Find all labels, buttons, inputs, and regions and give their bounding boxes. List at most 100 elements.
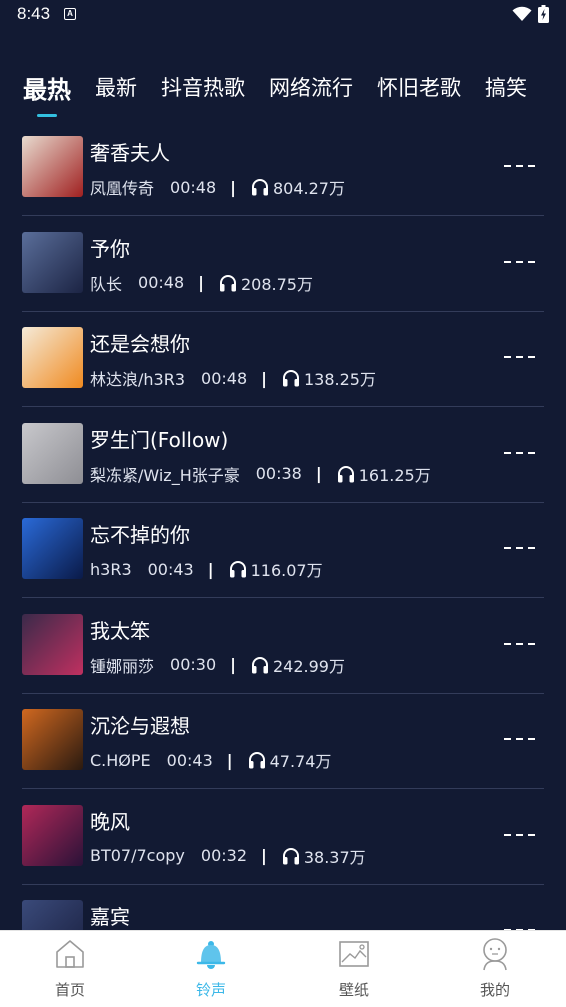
song-artist: 队长 xyxy=(90,274,123,294)
song-meta: 锺娜丽莎 00:30 | 242.99万 xyxy=(90,653,345,677)
song-title: 予你 xyxy=(90,236,130,261)
nav-mine[interactable]: 我的 xyxy=(445,931,545,1007)
play-count-value: 161.25万 xyxy=(358,465,431,485)
headphones-icon xyxy=(282,847,299,864)
nav-mine-label: 我的 xyxy=(479,981,510,999)
more-options-button[interactable] xyxy=(494,632,544,656)
tab-hottest[interactable]: 最热 xyxy=(23,72,71,105)
meta-separator: | xyxy=(261,368,267,388)
song-list: 奢香夫人 凤凰传奇 00:48 | 804.27万 予你 队长 00:48 | 208.75万 还是… xyxy=(0,120,566,932)
play-count: 38.37万 xyxy=(281,844,366,868)
battery-charging-icon xyxy=(538,5,549,23)
song-duration: 00:43 xyxy=(147,559,194,579)
song-meta: 梨冻紧/Wiz_H张子豪 00:38 | 161.25万 xyxy=(90,462,431,486)
home-icon xyxy=(56,940,84,968)
nav-ringtones[interactable]: 铃声 xyxy=(161,931,261,1007)
song-artist: 梨冻紧/Wiz_H张子豪 xyxy=(90,465,240,485)
headphones-icon xyxy=(282,370,299,387)
headphones-icon xyxy=(337,465,354,482)
song-duration: 00:32 xyxy=(200,846,247,865)
song-meta: 凤凰传奇 00:48 | 804.27万 xyxy=(90,175,345,199)
bottom-navigation: 首页 铃声 壁纸 我的 xyxy=(0,930,566,1007)
song-artist: 凤凰传奇 xyxy=(90,179,155,198)
profile-icon xyxy=(483,938,507,971)
nav-wallpaper-label: 壁纸 xyxy=(338,981,369,999)
nav-wallpaper[interactable]: 壁纸 xyxy=(304,931,404,1007)
song-row[interactable]: 我太笨锺娜丽莎 00:30 | 242.99万 xyxy=(22,598,544,694)
more-options-button[interactable] xyxy=(494,250,544,274)
song-artist: 锺娜丽莎 xyxy=(90,656,155,676)
play-count-value: 38.37万 xyxy=(303,847,366,867)
more-options-button[interactable] xyxy=(494,823,544,847)
song-title: 奢香夫人 xyxy=(90,141,170,165)
tab-oldies[interactable]: 怀旧老歌 xyxy=(377,72,461,102)
play-count-value: 138.25万 xyxy=(303,370,376,389)
song-row[interactable]: 嘉宾 xyxy=(22,884,544,932)
song-row[interactable]: 予你 队长 00:48 | 208.75万 xyxy=(22,216,544,312)
song-title: 晚风 xyxy=(90,809,130,834)
song-duration: 00:30 xyxy=(170,655,217,674)
play-count: 804.27万 xyxy=(250,175,345,199)
headphones-icon xyxy=(229,561,246,578)
song-duration: 00:48 xyxy=(201,368,248,388)
meta-separator: | xyxy=(226,750,233,770)
play-count-value: 804.27万 xyxy=(272,179,345,198)
song-row[interactable]: 奢香夫人凤凰传奇 00:48 | 804.27万 xyxy=(22,120,544,216)
song-meta: 林达浪/h3R3 00:48 | 138.25万 xyxy=(90,366,376,390)
headphones-icon xyxy=(248,752,265,769)
nav-home[interactable]: 首页 xyxy=(20,931,120,1007)
notification-icon: A xyxy=(64,8,76,20)
status-bar: 8:43 A xyxy=(0,0,566,30)
song-artist: C.HØPE xyxy=(90,750,151,770)
wifi-icon xyxy=(512,6,532,21)
wallpaper-icon xyxy=(339,941,369,967)
song-duration: 00:38 xyxy=(255,464,302,483)
tab-funny[interactable]: 搞笑 xyxy=(485,72,527,102)
active-tab-indicator xyxy=(37,114,57,117)
song-title: 沉沦与遐想 xyxy=(90,714,190,738)
song-duration: 00:48 xyxy=(138,273,185,292)
song-title: 忘不掉的你 xyxy=(90,523,190,547)
song-row[interactable]: 还是会想你 林达浪/h3R3 00:48 | 138.25万 xyxy=(22,311,544,407)
play-count-value: 208.75万 xyxy=(240,274,313,294)
status-time: 8:43 xyxy=(17,4,51,23)
song-meta: BT07/7copy 00:32 | 38.37万 xyxy=(90,844,366,868)
song-cover-image xyxy=(22,422,83,484)
song-cover-image xyxy=(22,518,83,579)
song-row[interactable]: 忘不掉的你 h3R3 00:43 | 116.07万 xyxy=(22,502,544,598)
more-options-button[interactable] xyxy=(494,345,544,369)
play-count: 161.25万 xyxy=(336,462,431,486)
meta-separator: | xyxy=(261,846,267,865)
song-cover-image xyxy=(22,231,83,293)
headphones-icon xyxy=(251,179,268,196)
song-cover-image xyxy=(22,900,83,932)
song-cover-image xyxy=(22,613,83,675)
song-artist: h3R3 xyxy=(90,559,132,579)
play-count-value: 242.99万 xyxy=(272,656,345,676)
more-options-button[interactable] xyxy=(494,441,544,465)
song-duration: 00:48 xyxy=(170,177,217,197)
more-options-button[interactable] xyxy=(494,154,544,178)
song-duration: 00:43 xyxy=(166,750,213,770)
song-meta: h3R3 00:43 | 116.07万 xyxy=(90,557,323,581)
play-count: 242.99万 xyxy=(250,653,345,677)
tab-douyin-hits[interactable]: 抖音热歌 xyxy=(161,72,245,102)
song-artist: BT07/7copy xyxy=(90,846,185,865)
headphones-icon xyxy=(219,274,236,291)
song-row[interactable]: 罗生门(Follow) 梨冻紧/Wiz_H张子豪 00:38 | 161.25万 xyxy=(22,407,544,503)
play-count-value: 47.74万 xyxy=(269,752,332,771)
meta-separator: | xyxy=(230,655,236,674)
song-row[interactable]: 沉沦与遐想 C.HØPE 00:43 | 47.74万 xyxy=(22,693,544,789)
play-count: 47.74万 xyxy=(247,748,332,772)
tab-internet-popular[interactable]: 网络流行 xyxy=(269,72,353,102)
song-cover-image xyxy=(22,327,83,388)
song-row[interactable]: 晚风 BT07/7copy 00:32 | 38.37万 xyxy=(22,789,544,885)
song-cover-image xyxy=(22,804,83,866)
nav-home-label: 首页 xyxy=(54,981,85,999)
more-options-button[interactable] xyxy=(494,727,544,751)
song-title: 嘉宾 xyxy=(90,905,130,929)
more-options-button[interactable] xyxy=(494,536,544,560)
tab-newest[interactable]: 最新 xyxy=(95,72,137,102)
song-title: 我太笨 xyxy=(90,618,150,643)
meta-separator: | xyxy=(230,177,236,197)
